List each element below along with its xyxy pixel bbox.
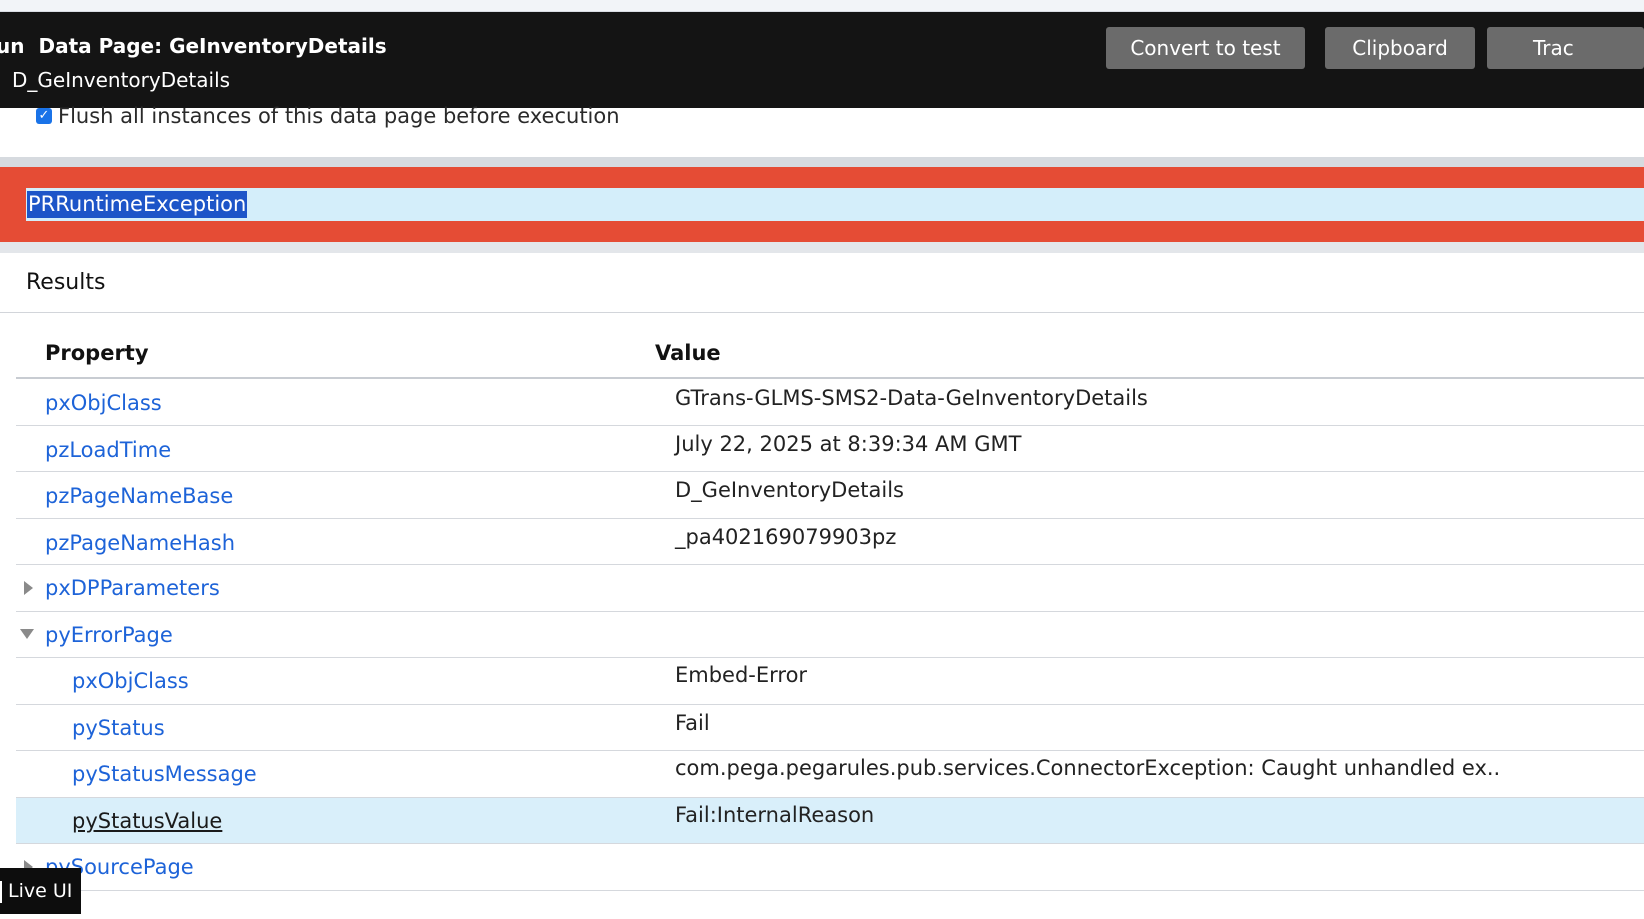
property-value: Embed-Error [675, 663, 808, 687]
property-link[interactable]: pyErrorPage [45, 623, 173, 647]
property-link[interactable]: pxObjClass [45, 391, 162, 415]
error-message-box [26, 188, 1644, 221]
title-name: GeInventoryDetails [169, 34, 387, 58]
title-prefix: un [0, 34, 25, 58]
property-link[interactable]: pzPageNameHash [45, 531, 235, 555]
property-value: Fail:InternalReason [675, 803, 875, 827]
live-ui-button[interactable]: Live UI [0, 868, 81, 914]
table-row: pySourcePage [16, 844, 1644, 891]
collapse-arrow-icon[interactable] [20, 629, 34, 639]
flush-instances-option[interactable]: ✓ Flush all instances of this data page … [36, 101, 620, 131]
property-link[interactable]: pyStatusValue [72, 809, 222, 833]
results-heading: Results [26, 270, 106, 295]
convert-to-test-button[interactable]: Convert to test [1106, 27, 1305, 69]
table-row: pzPageNameBase D_GeInventoryDetails [16, 472, 1644, 519]
flush-checkbox[interactable]: ✓ [36, 108, 52, 124]
live-ui-label: Live UI [8, 880, 73, 902]
table-row-selected: pyStatusValue Fail:InternalReason [16, 798, 1644, 844]
error-message-text[interactable]: PRRuntimeException [27, 191, 248, 218]
property-value: _pa402169079903pz [675, 525, 897, 549]
browser-top-strip [0, 0, 1644, 12]
table-row: pxObjClass Embed-Error [16, 658, 1644, 705]
value-column-header: Value [655, 341, 721, 365]
property-link[interactable]: pyStatusMessage [72, 762, 257, 786]
property-value: com.pega.pegarules.pub.services.Connecto… [675, 756, 1501, 780]
property-link[interactable]: pxObjClass [72, 669, 189, 693]
property-link[interactable]: pzLoadTime [45, 438, 171, 462]
page-subtitle: D_GeInventoryDetails [12, 68, 231, 92]
table-row: pzLoadTime July 22, 2025 at 8:39:34 AM G… [16, 426, 1644, 472]
live-ui-icon [0, 880, 2, 903]
section-divider [0, 157, 1644, 167]
table-row: pyStatusMessage com.pega.pegarules.pub.s… [16, 751, 1644, 798]
property-link[interactable]: pyStatus [72, 716, 165, 740]
table-row: pxDPParameters [16, 565, 1644, 612]
property-value: July 22, 2025 at 8:39:34 AM GMT [675, 432, 1022, 456]
run-dialog-header: un Data Page: GeInventoryDetails D_GeInve… [0, 12, 1644, 108]
table-row: pxObjClass GTrans-GLMS-SMS2-Data-GeInven… [16, 379, 1644, 426]
results-divider [0, 312, 1644, 313]
property-link[interactable]: pzPageNameBase [45, 484, 233, 508]
property-value: D_GeInventoryDetails [675, 478, 904, 502]
table-row: pyStatus Fail [16, 705, 1644, 751]
section-divider [0, 242, 1644, 253]
property-value: GTrans-GLMS-SMS2-Data-GeInventoryDetails [675, 386, 1148, 410]
title-label: Data Page: [38, 34, 163, 58]
table-row: pzPageNameHash _pa402169079903pz [16, 519, 1644, 565]
flush-checkbox-label: Flush all instances of this data page be… [58, 104, 620, 128]
property-column-header: Property [45, 341, 149, 365]
page-title: un Data Page: GeInventoryDetails [0, 34, 387, 58]
tracer-button[interactable]: Trac [1487, 27, 1644, 69]
table-row: pyErrorPage [16, 612, 1644, 658]
property-value: Fail [675, 711, 710, 735]
clipboard-button[interactable]: Clipboard [1325, 27, 1475, 69]
expand-arrow-icon[interactable] [24, 581, 33, 595]
property-link[interactable]: pxDPParameters [45, 576, 220, 600]
